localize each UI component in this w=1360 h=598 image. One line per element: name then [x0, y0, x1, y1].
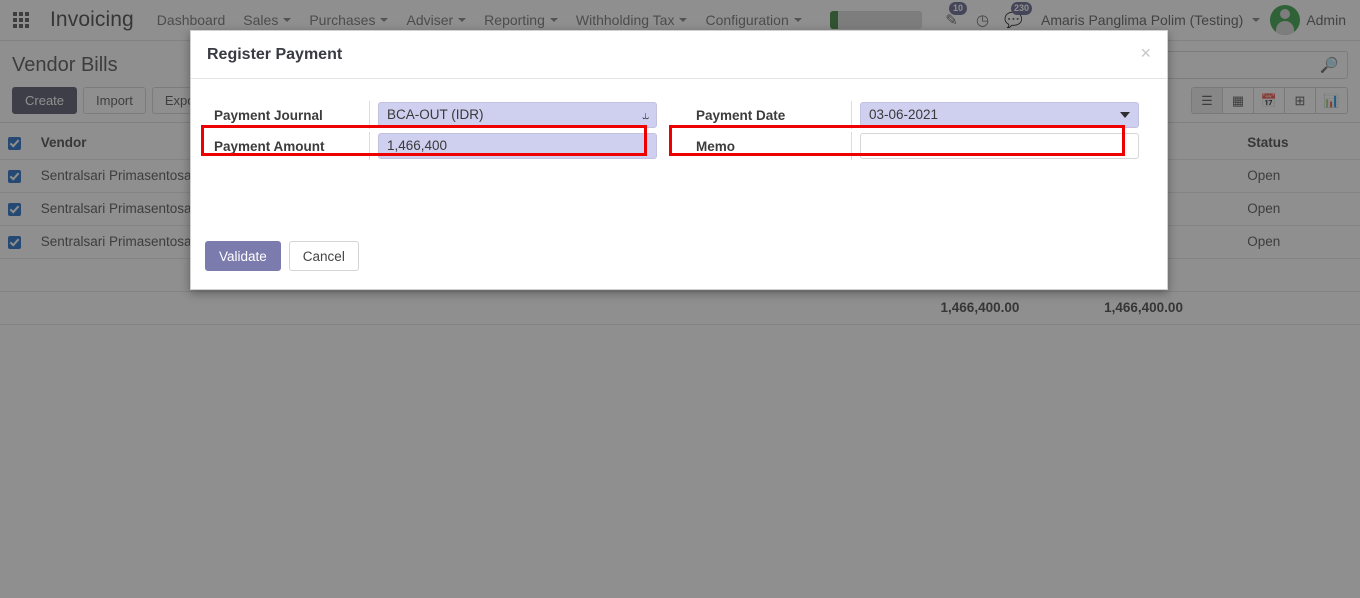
dialog-body: Payment Journal BCA-OUT (IDR) ⥿ Payment … — [191, 79, 1167, 163]
field-payment-date: Payment Date 03-06-2021 — [687, 101, 1139, 129]
dialog-title: Register Payment — [207, 45, 343, 63]
payment-amount-input[interactable]: 1,466,400 — [378, 133, 657, 159]
memo-input[interactable] — [860, 133, 1139, 159]
payment-date-input[interactable]: 03-06-2021 — [860, 102, 1139, 128]
field-memo: Memo — [687, 132, 1139, 160]
memo-control — [852, 133, 1139, 159]
chevron-down-icon: ⥿ — [642, 108, 649, 122]
payment-amount-label: Payment Amount — [205, 132, 370, 160]
form-columns: Payment Journal BCA-OUT (IDR) ⥿ Payment … — [205, 101, 1153, 163]
payment-date-value: 03-06-2021 — [869, 107, 939, 122]
close-icon[interactable]: × — [1140, 44, 1151, 66]
register-payment-dialog: Register Payment × Payment Journal BCA-O… — [190, 30, 1168, 290]
validate-button[interactable]: Validate — [205, 241, 281, 271]
payment-journal-value: BCA-OUT (IDR) — [387, 107, 484, 122]
dialog-header: Register Payment × — [191, 31, 1167, 79]
payment-date-control: 03-06-2021 — [852, 102, 1139, 128]
dialog-footer: Validate Cancel — [191, 241, 1167, 289]
chevron-down-icon — [1120, 112, 1130, 118]
memo-label: Memo — [687, 132, 852, 160]
payment-journal-control: BCA-OUT (IDR) ⥿ — [370, 102, 657, 128]
payment-journal-label: Payment Journal — [205, 101, 370, 129]
payment-journal-select[interactable]: BCA-OUT (IDR) ⥿ — [378, 102, 657, 128]
field-payment-journal: Payment Journal BCA-OUT (IDR) ⥿ — [205, 101, 657, 129]
form-column-left: Payment Journal BCA-OUT (IDR) ⥿ Payment … — [205, 101, 657, 163]
cancel-button[interactable]: Cancel — [288, 241, 359, 271]
payment-date-label: Payment Date — [687, 101, 852, 129]
payment-amount-control: 1,466,400 — [370, 133, 657, 159]
field-payment-amount: Payment Amount 1,466,400 — [205, 132, 657, 160]
form-column-right: Payment Date 03-06-2021 Memo — [687, 101, 1139, 163]
payment-amount-value: 1,466,400 — [387, 138, 448, 153]
